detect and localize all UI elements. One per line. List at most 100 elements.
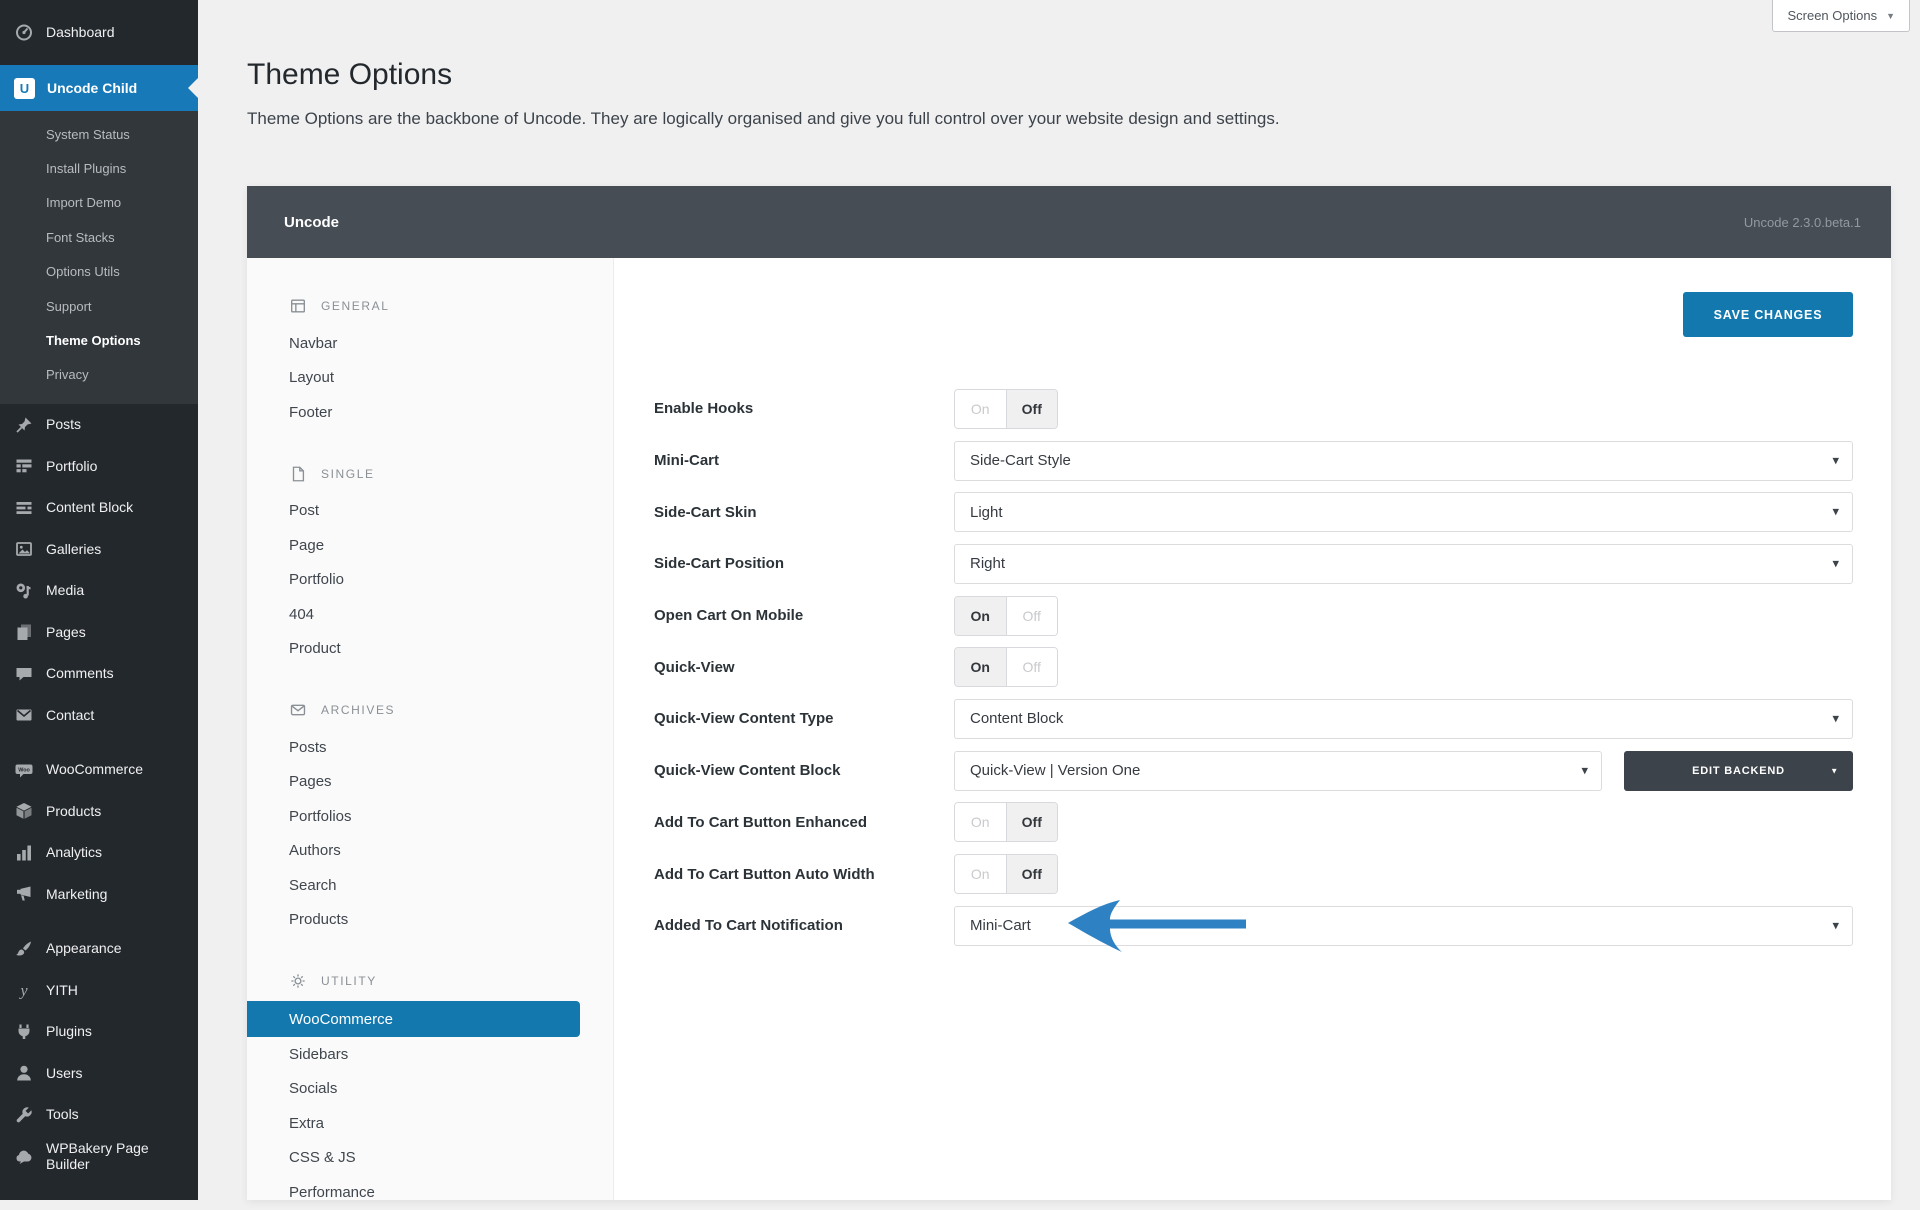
toggle-add-to-cart-button-enhanced[interactable]: OnOff — [954, 802, 1058, 842]
select-quick-view-content-type[interactable]: Content Block▾ — [954, 699, 1853, 739]
theme-nav-item-footer[interactable]: Footer — [247, 395, 613, 430]
yith-icon: y — [14, 980, 34, 1000]
field-control: OnOff — [954, 854, 1853, 894]
sidebar-item-analytics[interactable]: Analytics — [0, 832, 198, 874]
sidebar-item-system-status[interactable]: System Status — [0, 117, 198, 151]
toggle-on-option[interactable]: On — [955, 803, 1006, 841]
toggle-on-option[interactable]: On — [955, 648, 1006, 686]
select-side-cart-skin[interactable]: Light▾ — [954, 492, 1853, 532]
theme-nav-item-product[interactable]: Product — [247, 632, 613, 667]
envelope-icon — [289, 701, 307, 719]
toggle-on-option[interactable]: On — [955, 855, 1006, 893]
mail-icon — [14, 705, 34, 725]
theme-nav-item-css-js[interactable]: CSS & JS — [247, 1141, 613, 1176]
sidebar-item-posts[interactable]: Posts — [0, 404, 198, 446]
screen-options-button[interactable]: Screen Options ▼ — [1772, 0, 1910, 32]
field-control: Side-Cart Style▾ — [954, 441, 1853, 481]
toggle-on-option[interactable]: On — [955, 390, 1006, 428]
sidebar-item-wpbakery-page-builder[interactable]: WPBakery Page Builder — [0, 1136, 198, 1178]
edit-backend-button[interactable]: EDIT BACKEND▼ — [1624, 751, 1853, 791]
plug-icon — [14, 1022, 34, 1042]
form-row-enable-hooks: Enable HooksOnOff — [654, 383, 1853, 435]
sidebar-item-marketing[interactable]: Marketing — [0, 874, 198, 916]
section-header-archives: ARCHIVES — [247, 698, 613, 722]
sidebar-item-import-demo[interactable]: Import Demo — [0, 186, 198, 220]
theme-nav-item-post[interactable]: Post — [247, 494, 613, 529]
select-added-to-cart-notification[interactable]: Mini-Cart▾ — [954, 906, 1853, 946]
sidebar-item-users[interactable]: Users — [0, 1053, 198, 1095]
sidebar-item-support[interactable]: Support — [0, 289, 198, 323]
toggle-off-option[interactable]: Off — [1006, 390, 1058, 428]
form-rows: Enable HooksOnOff Mini-CartSide-Cart Styl… — [654, 383, 1853, 952]
field-label: Mini-Cart — [654, 452, 954, 469]
theme-nav-item-404[interactable]: 404 — [247, 597, 613, 632]
sidebar-item-label: Posts — [46, 416, 89, 433]
theme-nav-item-posts[interactable]: Posts — [247, 730, 613, 765]
page-icon — [289, 465, 307, 483]
theme-nav-item-navbar[interactable]: Navbar — [247, 326, 613, 361]
theme-nav-item-extra[interactable]: Extra — [247, 1106, 613, 1141]
toggle-off-option[interactable]: Off — [1006, 803, 1058, 841]
sidebar-item-privacy[interactable]: Privacy — [0, 358, 198, 392]
theme-nav-item-products[interactable]: Products — [247, 903, 613, 938]
uncode-badge-icon: U — [14, 78, 35, 99]
sidebar-item-dashboard[interactable]: Dashboard — [0, 8, 198, 56]
sidebar-item-contact[interactable]: Contact — [0, 695, 198, 737]
sidebar-item-content-block[interactable]: Content Block — [0, 487, 198, 529]
toggle-add-to-cart-button-auto-width[interactable]: OnOff — [954, 854, 1058, 894]
wrench-icon — [14, 1105, 34, 1125]
toggle-off-option[interactable]: Off — [1006, 648, 1058, 686]
select-side-cart-position[interactable]: Right▾ — [954, 544, 1853, 584]
form-row-side-cart-skin: Side-Cart SkinLight▾ — [654, 486, 1853, 538]
theme-nav-section-archives: ARCHIVES PostsPagesPortfoliosAuthorsSearc… — [247, 698, 613, 937]
sidebar-item-comments[interactable]: Comments — [0, 653, 198, 695]
sidebar-item-options-utils[interactable]: Options Utils — [0, 255, 198, 289]
sidebar-item-label: Plugins — [46, 1023, 100, 1040]
theme-nav-item-woocommerce[interactable]: WooCommerce — [247, 1001, 580, 1037]
sidebar-item-yith[interactable]: yYITH — [0, 970, 198, 1012]
sidebar-item-uncode-child[interactable]: U Uncode Child — [0, 65, 198, 111]
sidebar-item-portfolio[interactable]: Portfolio — [0, 446, 198, 488]
toggle-open-cart-on-mobile[interactable]: OnOff — [954, 596, 1058, 636]
sidebar-item-theme-options[interactable]: Theme Options — [0, 323, 198, 357]
sidebar-item-woocommerce[interactable]: WooWooCommerce — [0, 749, 198, 791]
sidebar-item-plugins[interactable]: Plugins — [0, 1011, 198, 1053]
theme-nav-item-portfolios[interactable]: Portfolios — [247, 799, 613, 834]
field-control: OnOff — [954, 647, 1853, 687]
sidebar-item-install-plugins[interactable]: Install Plugins — [0, 151, 198, 185]
theme-nav-item-sidebars[interactable]: Sidebars — [247, 1037, 613, 1072]
field-label: Quick-View — [654, 659, 954, 676]
toggle-on-option[interactable]: On — [955, 597, 1006, 635]
field-control: Content Block▾ — [954, 699, 1853, 739]
toggle-off-option[interactable]: Off — [1006, 597, 1058, 635]
sidebar-item-appearance[interactable]: Appearance — [0, 928, 198, 970]
toggle-off-option[interactable]: Off — [1006, 855, 1058, 893]
woo-icon: Woo — [14, 760, 34, 780]
sidebar-item-media[interactable]: Media — [0, 570, 198, 612]
theme-nav-item-layout[interactable]: Layout — [247, 361, 613, 396]
toggle-enable-hooks[interactable]: OnOff — [954, 389, 1058, 429]
select-quick-view-content-block[interactable]: Quick-View | Version One▾ — [954, 751, 1602, 791]
comment-icon — [14, 664, 34, 684]
field-control: Mini-Cart▾ — [954, 906, 1853, 946]
toggle-quick-view[interactable]: OnOff — [954, 647, 1058, 687]
sidebar-item-galleries[interactable]: Galleries — [0, 529, 198, 571]
save-changes-button[interactable]: SAVE CHANGES — [1683, 292, 1853, 337]
sidebar-item-tools[interactable]: Tools — [0, 1094, 198, 1136]
theme-nav-item-pages[interactable]: Pages — [247, 765, 613, 800]
theme-nav-item-portfolio[interactable]: Portfolio — [247, 563, 613, 598]
media-icon — [14, 581, 34, 601]
sidebar-item-pages[interactable]: Pages — [0, 612, 198, 654]
theme-nav-item-page[interactable]: Page — [247, 528, 613, 563]
theme-nav-item-search[interactable]: Search — [247, 868, 613, 903]
sidebar-item-label: Marketing — [46, 886, 115, 903]
sidebar-item-products[interactable]: Products — [0, 791, 198, 833]
theme-nav-item-authors[interactable]: Authors — [247, 834, 613, 869]
sidebar-item-font-stacks[interactable]: Font Stacks — [0, 220, 198, 254]
theme-nav-section-general: GENERALNavbarLayoutFooter — [247, 294, 613, 430]
form-row-side-cart-position: Side-Cart PositionRight▾ — [654, 538, 1853, 590]
select-mini-cart[interactable]: Side-Cart Style▾ — [954, 441, 1853, 481]
chevron-down-icon: ▾ — [1832, 917, 1839, 933]
theme-nav-item-performance[interactable]: Performance — [247, 1175, 613, 1210]
theme-nav-item-socials[interactable]: Socials — [247, 1072, 613, 1107]
